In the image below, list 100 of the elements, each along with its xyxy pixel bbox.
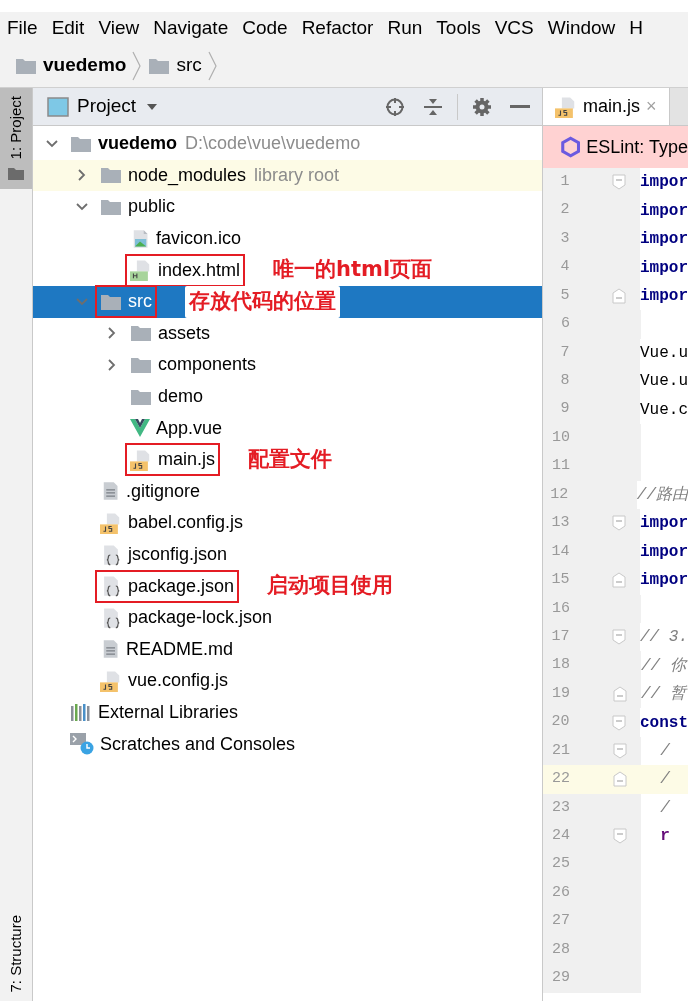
panel-title[interactable]: Project (77, 92, 137, 121)
line-number: 1 (543, 168, 600, 197)
line-number: 28 (543, 935, 600, 965)
code-text: Vue.u (640, 342, 688, 364)
fold-marker-icon[interactable] (613, 771, 627, 788)
menu-item[interactable]: H (629, 13, 644, 43)
folder-icon (130, 387, 152, 406)
tree-row[interactable]: node_modules library root (33, 159, 542, 192)
menu-item[interactable]: VCS (494, 13, 534, 43)
crosshair-icon[interactable] (385, 96, 405, 117)
side-tab[interactable]: 1: Project (0, 88, 32, 190)
folder-icon (15, 56, 37, 75)
code-text: // 3. (640, 627, 688, 649)
tree-item-label: favicon.ico (156, 227, 242, 251)
tree-row[interactable]: vuedemo D:\code\vue\vuedemo (33, 128, 542, 160)
tree-row[interactable]: main.js 配置文件 (33, 443, 542, 476)
tree-item-label: README.md (126, 637, 233, 661)
folder-icon (100, 198, 122, 216)
fold-marker-icon[interactable] (613, 686, 627, 703)
folder-icon (130, 355, 152, 374)
line-number: 5 (543, 281, 600, 311)
side-tab-label: 1: Project (5, 96, 25, 160)
tree-item-label: public (128, 195, 176, 219)
side-tab-label: 7: Structure (5, 915, 25, 993)
fold-marker-icon[interactable] (612, 629, 627, 646)
code-text: // 你 (641, 655, 686, 677)
menu-item[interactable]: Refactor (301, 13, 374, 43)
fold-marker-icon[interactable] (612, 714, 627, 731)
code-text: / (659, 769, 670, 791)
tree-row[interactable]: package-lock.json (33, 601, 542, 634)
tree-row[interactable]: External Libraries (33, 696, 542, 729)
breadcrumb-item[interactable]: vuedemo (43, 51, 127, 80)
html-file-icon (130, 259, 152, 282)
tree-item-label: main.js (158, 448, 215, 472)
line-number: 13 (543, 509, 600, 538)
tree-row[interactable]: jsconfig.json (33, 538, 542, 571)
folder-icon (148, 56, 171, 75)
js-file-icon (100, 669, 122, 692)
tree-row[interactable]: App.vue (33, 412, 542, 444)
fold-marker-icon[interactable] (612, 174, 627, 191)
tree-row[interactable]: babel.config.js (33, 507, 542, 539)
tree-row[interactable]: public (33, 191, 542, 223)
tree-row[interactable]: package.json 启动项目使用 (33, 570, 542, 602)
code-text: impor (640, 200, 688, 222)
collapse-all-icon[interactable] (423, 96, 443, 117)
annotation-note: 启动项目使用 (267, 572, 394, 600)
line-number: 27 (543, 907, 600, 936)
bookshelf-icon (70, 703, 92, 722)
menu-item[interactable]: Navigate (153, 13, 229, 43)
fold-marker-icon[interactable] (612, 515, 627, 532)
settings-icon[interactable] (472, 96, 492, 117)
tree-row[interactable]: Scratches and Consoles (33, 728, 542, 760)
minimize-icon[interactable] (510, 104, 530, 109)
menu-item[interactable]: File (7, 13, 38, 43)
line-number: 2 (543, 196, 600, 225)
line-number: 16 (543, 594, 600, 623)
fold-marker-icon[interactable] (612, 572, 627, 589)
menu-item[interactable]: Run (387, 13, 423, 43)
tree-row[interactable]: assets (33, 317, 542, 350)
tree-row[interactable]: components (33, 349, 542, 381)
code-text: Vue.c (640, 399, 688, 421)
tree-row[interactable]: demo (33, 380, 542, 413)
tree-item-label: src (128, 290, 152, 314)
tree-row[interactable]: src 存放代码的位置 (33, 285, 542, 318)
tree-item-label: vuedemo (98, 132, 178, 156)
menu-item[interactable]: Edit (51, 13, 85, 43)
eslint-message: ESLint: Type (586, 135, 688, 159)
tree-item-label: App.vue (156, 416, 223, 440)
side-tab[interactable]: 7: Structure (0, 907, 32, 1001)
breadcrumb-item[interactable]: src (176, 51, 202, 80)
editor-tab[interactable]: main.js × (543, 88, 670, 125)
tree-item-label: .gitignore (126, 479, 201, 503)
tree-row[interactable]: .gitignore (33, 475, 542, 508)
code-text: //路由 (636, 485, 688, 507)
folder-icon (130, 324, 152, 343)
tree-item-label: demo (158, 385, 204, 409)
line-number: 4 (543, 253, 600, 282)
menu-item[interactable]: Code (242, 13, 288, 43)
menu-item[interactable]: View (98, 13, 140, 43)
tree-row[interactable]: vue.config.js (33, 665, 542, 697)
path-hint: library root (254, 163, 340, 187)
window-icon (47, 96, 69, 117)
tree-row[interactable]: favicon.ico (33, 222, 542, 255)
path-hint: D:\code\vue\vuedemo (185, 132, 361, 156)
code-text: impor (640, 229, 688, 251)
tree-item-label: index.html (158, 258, 241, 282)
line-number: 17 (543, 623, 600, 652)
menu-item[interactable]: Tools (436, 13, 481, 43)
menu-item[interactable]: Window (547, 13, 616, 43)
tree-item-label: babel.config.js (128, 511, 244, 535)
tree-item-label: jsconfig.json (128, 543, 228, 566)
line-number: 26 (543, 878, 600, 908)
tree-row[interactable]: README.md (33, 633, 542, 666)
fold-marker-icon[interactable] (612, 287, 627, 304)
vue-file-icon (130, 419, 150, 438)
line-number: 8 (543, 367, 600, 396)
dropdown-caret-icon[interactable] (146, 102, 159, 111)
fold-marker-icon[interactable] (613, 828, 627, 845)
fold-marker-icon[interactable] (613, 742, 627, 759)
tree-item-label: components (158, 353, 257, 377)
